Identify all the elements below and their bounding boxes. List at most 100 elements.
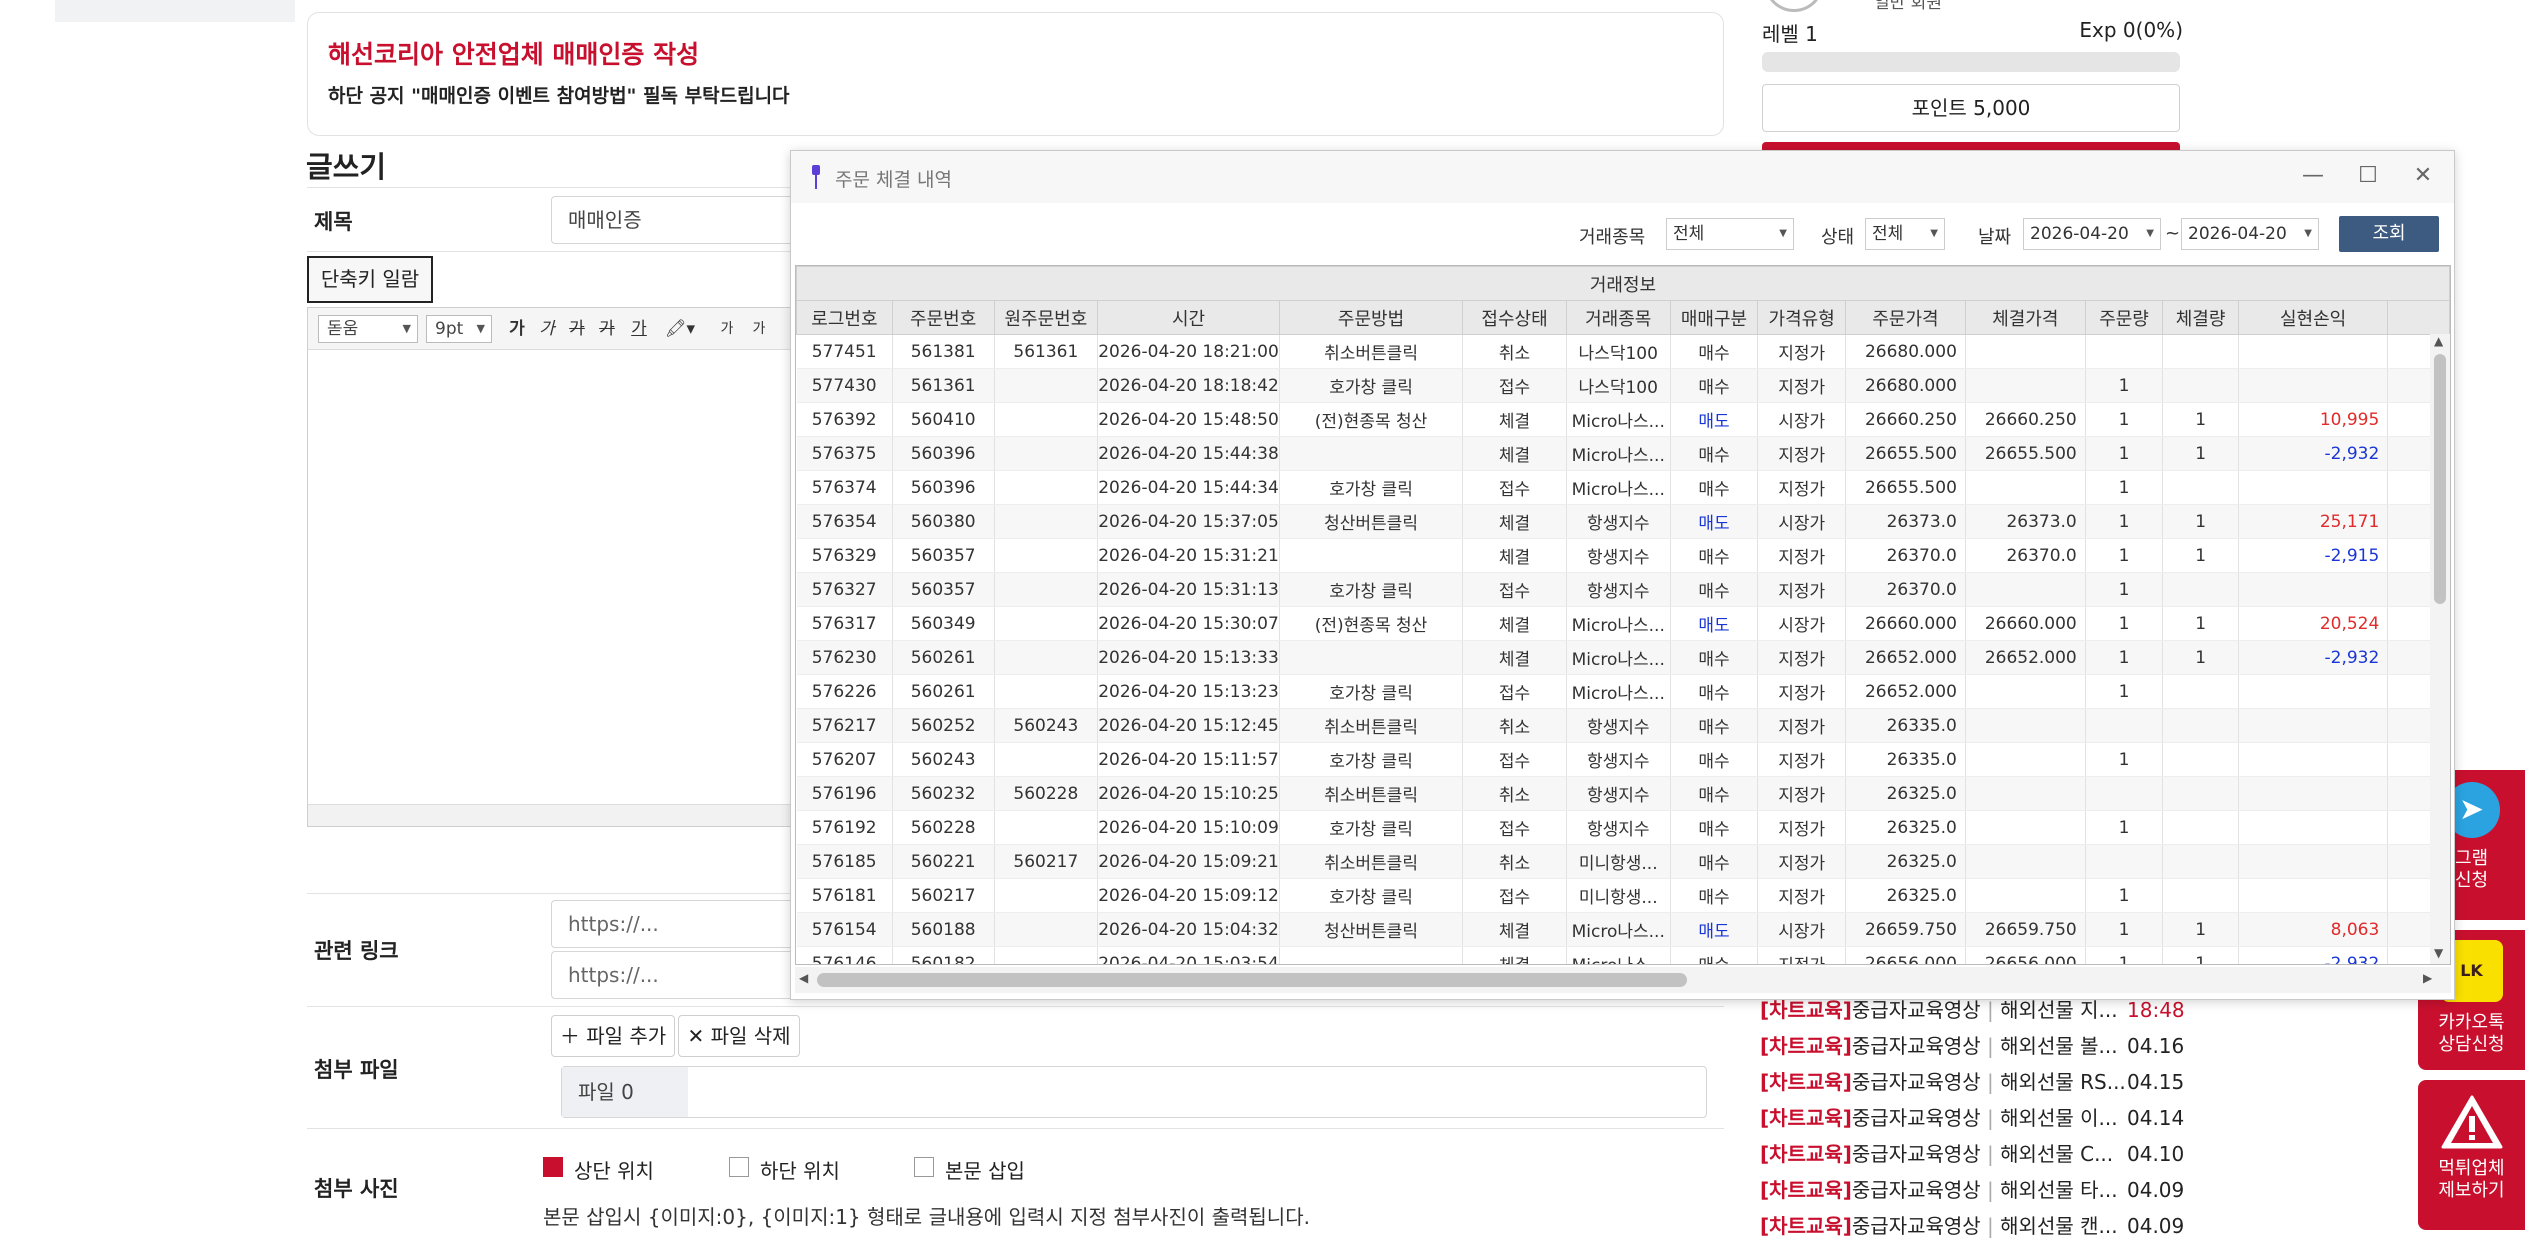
add-file-button[interactable]: ＋ 파일 추가 [551, 1015, 675, 1057]
superscript-button[interactable]: 가 [712, 315, 742, 343]
table-row[interactable]: 576317 560349 2026-04-20 15:30:07 (전)현종목 청산… [796, 606, 2450, 641]
table-cell: 560261 [892, 640, 995, 675]
table-row[interactable]: 576185 560221 560217 2026-04-20 15:09:21 취소버… [796, 844, 2450, 879]
chevron-down-icon: ▼ [476, 322, 485, 335]
table-row[interactable]: 576196 560232 560228 2026-04-20 15:10:25 취소버… [796, 776, 2450, 811]
education-list-item[interactable]: [차트교육]중급자교육영상 | 해외선물 볼... 04.16 [1760, 1028, 2184, 1064]
table-row[interactable]: 576329 560357 2026-04-20 15:31:21 체결 항생지수 매수 지… [796, 538, 2450, 573]
underline-button[interactable]: 가 [624, 315, 654, 343]
date-from-select[interactable]: 2026-04-20 ▼ [2023, 218, 2161, 250]
file-list[interactable]: 파일 0 [561, 1066, 1707, 1118]
status-filter-select[interactable]: 전체 ▼ [1865, 218, 1945, 250]
bold-button[interactable]: 가 [502, 315, 532, 343]
horizontal-scrollbar[interactable]: ◀ ▶ [795, 967, 2451, 993]
column-header[interactable]: 매매구분 [1669, 300, 1759, 335]
table-cell: 8,063 [2238, 912, 2389, 947]
table-cell: 26325.0 [1845, 878, 1966, 913]
column-header[interactable]: 체결가격 [1964, 300, 2086, 335]
photo-bottom-radio[interactable] [729, 1157, 749, 1177]
column-header[interactable]: 가격유형 [1757, 300, 1847, 335]
minimize-icon[interactable]: — [2298, 161, 2328, 191]
education-list-item[interactable]: [차트교육]중급자교육영상 | 해외선물 C... 04.10 [1760, 1136, 2184, 1172]
table-cell: 호가창 클릭 [1279, 368, 1464, 403]
table-cell: 576317 [796, 606, 893, 641]
table-row[interactable]: 576217 560252 560243 2026-04-20 15:12:45 취소버… [796, 708, 2450, 743]
table-cell: 체결 [1462, 436, 1567, 471]
table-row[interactable]: 576226 560261 2026-04-20 15:13:23 호가창 클릭 접수 M… [796, 674, 2450, 709]
shortcut-list-button[interactable]: 단축키 일람 [307, 256, 433, 303]
table-cell: 지정가 [1757, 674, 1847, 709]
table-row[interactable]: 576392 560410 2026-04-20 15:48:50 (전)현종목 청산… [796, 402, 2450, 437]
date-to-select[interactable]: 2026-04-20 ▼ [2181, 218, 2319, 250]
rich-text-editor[interactable]: 돋움 ▼ 9pt ▼ 가 가 가 가 가 🖍▾ 가 가 [307, 307, 793, 827]
table-row[interactable]: 576375 560396 2026-04-20 15:44:38 체결 Micro나스… [796, 436, 2450, 471]
table-row[interactable]: 576192 560228 2026-04-20 15:10:09 호가창 클릭 접수 항… [796, 810, 2450, 845]
table-cell: 1 [2085, 946, 2164, 964]
font-size-select[interactable]: 9pt ▼ [426, 315, 492, 343]
vertical-scroll-thumb[interactable] [2434, 354, 2446, 604]
column-header[interactable]: 거래종목 [1565, 300, 1671, 335]
search-button[interactable]: 조회 [2339, 216, 2439, 252]
photo-top-radio[interactable] [543, 1157, 563, 1177]
subscript-button[interactable]: 가 [744, 315, 774, 343]
table-cell: 576192 [796, 810, 893, 845]
vertical-scrollbar[interactable]: ▲ ▼ [2430, 334, 2450, 964]
table-cell: 매수 [1670, 878, 1759, 913]
item-filter-select[interactable]: 전체 ▼ [1666, 218, 1794, 250]
close-icon[interactable]: ✕ [2408, 161, 2438, 191]
report-scam-button[interactable]: 먹튀업체 제보하기 [2418, 1080, 2525, 1230]
highlight-color-icon[interactable]: 🖍▾ [660, 315, 700, 343]
link-input-2[interactable]: https://... [551, 951, 811, 999]
table-row[interactable]: 576154 560188 2026-04-20 15:04:32 청산버튼클릭 체결 M… [796, 912, 2450, 947]
scroll-right-icon[interactable]: ▶ [2423, 971, 2432, 985]
column-header[interactable]: 주문가격 [1845, 300, 1966, 335]
points-button[interactable]: 포인트 5,000 [1762, 84, 2180, 132]
photo-inline-radio[interactable] [914, 1157, 934, 1177]
italic-button[interactable]: 가 [532, 315, 562, 343]
strike-button[interactable]: 가 [562, 315, 592, 343]
education-list-item[interactable]: [차트교육]중급자교육영상 | 해외선물 이... 04.14 [1760, 1100, 2184, 1136]
column-header[interactable]: 주문번호 [891, 300, 995, 335]
order-grid: 거래정보 로그번호 주문번호 원주문번호 시간 주문방법 접수상태 거래종목 매매구분 가격유형… [795, 265, 2451, 965]
scroll-down-icon[interactable]: ▼ [2434, 946, 2443, 960]
table-row[interactable]: 576327 560357 2026-04-20 15:31:13 호가창 클릭 접수 항… [796, 572, 2450, 607]
table-row[interactable]: 576207 560243 2026-04-20 15:11:57 호가창 클릭 접수 항… [796, 742, 2450, 777]
table-cell [2238, 810, 2389, 845]
column-header[interactable]: 시간 [1097, 300, 1280, 335]
column-header[interactable]: 주문량 [2084, 300, 2164, 335]
table-cell: 26325.0 [1845, 810, 1966, 845]
table-cell: 26652.000 [1845, 640, 1966, 675]
dialog-titlebar[interactable]: 주문 체결 내역 — ☐ ✕ [791, 151, 2454, 203]
maximize-icon[interactable]: ☐ [2353, 161, 2383, 191]
table-cell: 26656.000 [1845, 946, 1966, 964]
delete-file-button[interactable]: ✕ 파일 삭제 [678, 1015, 800, 1057]
education-list-item[interactable]: [차트교육]중급자교육영상 | 해외선물 RS... 04.15 [1760, 1064, 2184, 1100]
table-row[interactable]: 576181 560217 2026-04-20 15:09:12 호가창 클릭 접수 미… [796, 878, 2450, 913]
education-list-item[interactable]: [차트교육]중급자교육영상 | 해외선물 캔... 04.09 [1760, 1208, 2184, 1244]
editor-resize-bar[interactable] [308, 804, 792, 826]
pin-icon [809, 163, 823, 191]
table-row[interactable]: 577430 561361 2026-04-20 18:18:42 호가창 클릭 접수 나… [796, 368, 2450, 403]
horizontal-scroll-thumb[interactable] [817, 973, 1687, 987]
scroll-left-icon[interactable]: ◀ [799, 971, 808, 985]
scroll-up-icon[interactable]: ▲ [2434, 334, 2443, 348]
education-list-item[interactable]: [차트교육]중급자교육영상 | 해외선물 타... 04.09 [1760, 1172, 2184, 1208]
column-header[interactable]: 로그번호 [796, 300, 893, 335]
table-row[interactable]: 577451 561381 561361 2026-04-20 18:21:00 취소버… [796, 334, 2450, 369]
table-row[interactable]: 576374 560396 2026-04-20 15:44:34 호가창 클릭 접수 M… [796, 470, 2450, 505]
table-row[interactable]: 576146560182 2026-04-20 15:03:54 체결Micro나스… [796, 946, 2450, 964]
column-header[interactable]: 주문방법 [1278, 300, 1464, 335]
column-header[interactable]: 실현손익 [2237, 300, 2389, 335]
table-cell: 지정가 [1757, 878, 1847, 913]
table-cell: Micro나스... [1566, 606, 1671, 641]
strike2-button[interactable]: 가 [592, 315, 622, 343]
table-cell [994, 572, 1099, 607]
table-row[interactable]: 576354 560380 2026-04-20 15:37:05 청산버튼클릭 체결 항… [796, 504, 2450, 539]
link-input-1[interactable]: https://... [551, 900, 811, 948]
column-header[interactable]: 원주문번호 [993, 300, 1099, 335]
table-row[interactable]: 576230 560261 2026-04-20 15:13:33 체결 Micro나스… [796, 640, 2450, 675]
column-header[interactable]: 체결량 [2162, 300, 2239, 335]
column-header[interactable]: 접수상태 [1462, 300, 1567, 335]
title-input[interactable]: 매매인증 [551, 196, 811, 244]
font-family-select[interactable]: 돋움 ▼ [318, 315, 418, 343]
